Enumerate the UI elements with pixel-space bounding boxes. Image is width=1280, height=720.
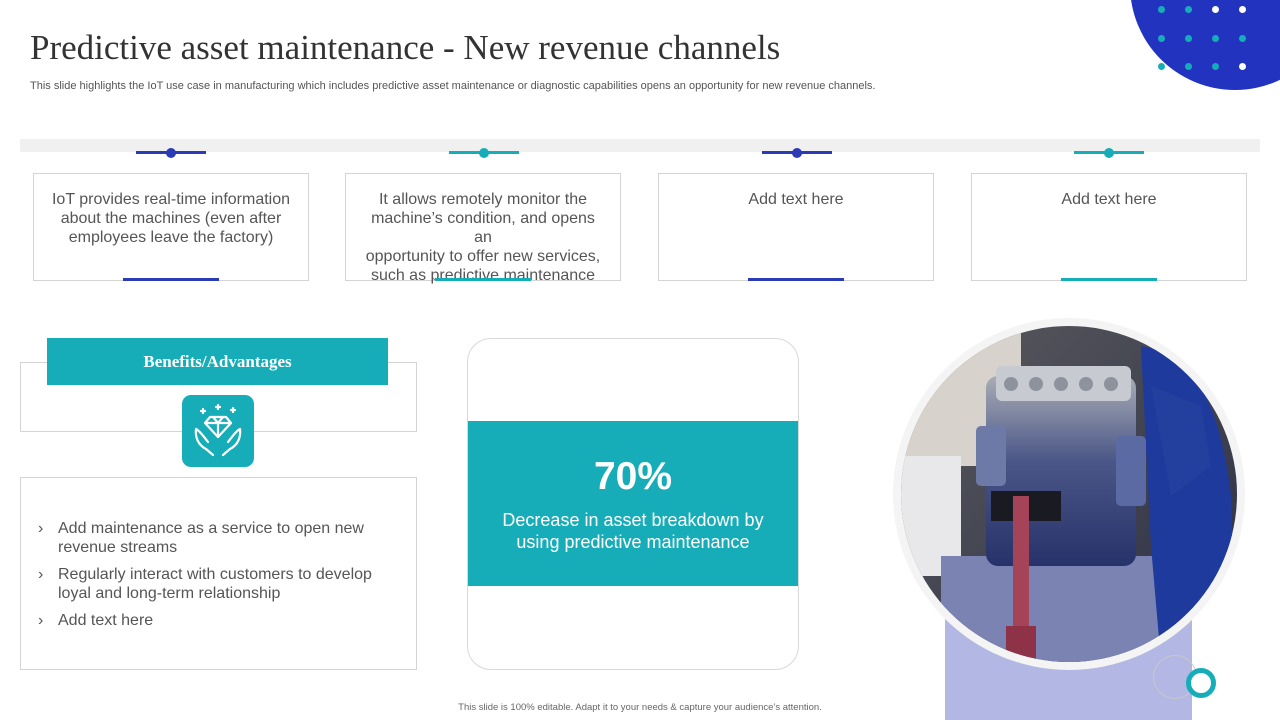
info-card-text: Add text here xyxy=(748,191,844,208)
info-card-2: It allows remotely monitor the machine’s… xyxy=(345,173,621,284)
chevron-right-icon: › xyxy=(38,566,44,583)
card-accent-bar xyxy=(1061,278,1157,281)
info-card-text: It allows remotely monitor the machine’s… xyxy=(365,191,601,284)
chevron-right-icon: › xyxy=(38,520,44,537)
timeline-connector-3 xyxy=(762,147,832,159)
benefits-heading: Benefits/Advantages xyxy=(47,338,388,385)
list-item: › Add text here xyxy=(38,612,154,629)
dot-grid-decoration xyxy=(1158,6,1258,72)
list-item: › Regularly interact with customers to d… xyxy=(38,566,372,602)
footer-note: This slide is 100% editable. Adapt it to… xyxy=(458,702,822,713)
info-card-text: IoT provides real-time information about… xyxy=(51,191,291,246)
benefits-list: › Add maintenance as a service to open n… xyxy=(20,477,417,670)
timeline-connector-2 xyxy=(449,147,519,159)
card-accent-bar xyxy=(748,278,844,281)
info-card-text: Add text here xyxy=(1061,191,1157,208)
stat-band: 70% Decrease in asset breakdown by using… xyxy=(468,421,798,586)
info-card-1: IoT provides real-time information about… xyxy=(33,173,309,281)
info-card-4: Add text here xyxy=(971,173,1247,281)
info-card-3: Add text here xyxy=(658,173,934,281)
chevron-right-icon: › xyxy=(38,612,44,629)
list-item: › Add maintenance as a service to open n… xyxy=(38,520,364,556)
card-accent-bar xyxy=(435,278,531,281)
timeline-connector-1 xyxy=(136,147,206,159)
decorative-teal-ring xyxy=(1186,668,1216,698)
diamond-hands-icon xyxy=(182,395,254,467)
timeline-connector-4 xyxy=(1074,147,1144,159)
stat-value: 70% xyxy=(593,455,673,498)
page-title: Predictive asset maintenance - New reven… xyxy=(30,28,781,67)
page-subtitle: This slide highlights the IoT use case i… xyxy=(30,80,876,92)
engine-on-stand-photo xyxy=(901,326,1237,662)
stat-description: Decrease in asset breakdown by using pre… xyxy=(502,510,764,552)
card-accent-bar xyxy=(123,278,219,281)
